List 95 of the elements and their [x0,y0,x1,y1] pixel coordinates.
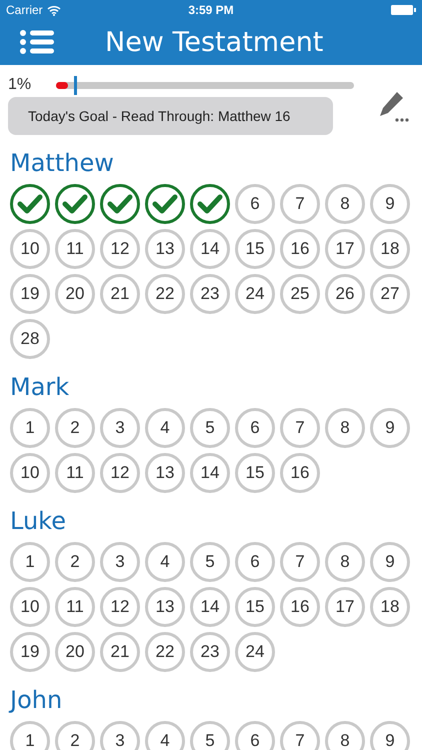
chapter-button[interactable]: 3 [100,721,140,750]
chapter-button[interactable]: 1 [10,542,50,582]
chapter-button[interactable]: 23 [190,632,230,672]
chapter-button[interactable]: 18 [370,229,410,269]
chapter-button[interactable]: 17 [325,587,365,627]
chapter-button[interactable]: 1 [10,408,50,448]
chapter-button[interactable]: 19 [10,632,50,672]
chapter-button[interactable]: 15 [235,453,275,493]
chapter-button[interactable]: 8 [325,721,365,750]
chapter-button[interactable]: 18 [370,587,410,627]
chapter-button[interactable]: 6 [235,542,275,582]
chapter-button[interactable]: 7 [280,408,320,448]
chapter-button[interactable]: 2 [55,542,95,582]
book-title: Matthew [10,149,115,179]
check-icon [107,194,133,214]
chapter-button[interactable]: 22 [145,632,185,672]
goal-marker [74,76,77,94]
chapter-button[interactable]: 13 [145,229,185,269]
chapter-button[interactable]: 25 [280,274,320,314]
chapter-button[interactable]: 4 [145,542,185,582]
chapter-button[interactable]: 14 [190,453,230,493]
chapter-button[interactable]: 11 [55,587,95,627]
chapter-button[interactable]: 8 [325,408,365,448]
chapter-button[interactable]: 17 [325,229,365,269]
chapter-button[interactable]: 9 [370,184,410,224]
chapter-button[interactable]: 13 [145,587,185,627]
chapter-button[interactable]: 10 [10,229,50,269]
chapter-button[interactable]: 12 [100,587,140,627]
chapter-button[interactable]: 20 [55,274,95,314]
chapter-button[interactable]: 9 [370,542,410,582]
screen-title: New Testatment [105,27,324,58]
chapter-button[interactable]: 10 [10,453,50,493]
chapter-button[interactable]: 7 [280,542,320,582]
chapter-button[interactable]: 1 [10,721,50,750]
chapter-button[interactable]: 19 [10,274,50,314]
chapter-button[interactable]: 5 [190,542,230,582]
chapter-button[interactable]: 24 [235,632,275,672]
check-icon [197,194,223,214]
chapter-button[interactable]: 2 [55,721,95,750]
menu-icon[interactable] [20,30,54,54]
chapter-button[interactable]: 4 [145,721,185,750]
chapter-read-button[interactable] [190,184,230,224]
chapter-button[interactable]: 9 [370,721,410,750]
chapter-button[interactable]: 7 [280,184,320,224]
chapter-button[interactable]: 8 [325,542,365,582]
chapter-button[interactable]: 11 [55,453,95,493]
chapter-button[interactable]: 28 [10,319,50,359]
chapter-read-button[interactable] [10,184,50,224]
check-icon [152,194,178,214]
chapter-button[interactable]: 12 [100,453,140,493]
chapter-button[interactable]: 16 [280,229,320,269]
carrier-label: Carrier [6,3,43,17]
check-icon [17,194,43,214]
chapter-button[interactable]: 6 [235,184,275,224]
book-title: Luke [10,507,67,537]
progress-percent: 1% [8,76,32,94]
book-title: Mark [10,373,70,403]
chapter-button[interactable]: 3 [100,542,140,582]
chapter-button[interactable]: 14 [190,587,230,627]
chapter-button[interactable]: 6 [235,721,275,750]
chapter-button[interactable]: 13 [145,453,185,493]
chapter-button[interactable]: 16 [280,453,320,493]
chapter-button[interactable]: 24 [235,274,275,314]
chapter-button[interactable]: 15 [235,229,275,269]
chapter-read-button[interactable] [145,184,185,224]
chapter-button[interactable]: 3 [100,408,140,448]
chapter-button[interactable]: 12 [100,229,140,269]
chapter-button[interactable]: 2 [55,408,95,448]
chapter-button[interactable]: 15 [235,587,275,627]
chapter-button[interactable]: 6 [235,408,275,448]
chapter-button[interactable]: 14 [190,229,230,269]
book-title: John [10,686,64,716]
chapter-read-button[interactable] [100,184,140,224]
chapter-button[interactable]: 9 [370,408,410,448]
chapter-button[interactable]: 27 [370,274,410,314]
chapter-button[interactable]: 26 [325,274,365,314]
chapter-button[interactable]: 11 [55,229,95,269]
wifi-icon [46,4,61,16]
chapter-button[interactable]: 23 [190,274,230,314]
chapter-button[interactable]: 5 [190,721,230,750]
chapter-button[interactable]: 4 [145,408,185,448]
chapter-read-button[interactable] [55,184,95,224]
battery-icon [390,5,416,15]
chapter-button[interactable]: 20 [55,632,95,672]
chapter-button[interactable]: 7 [280,721,320,750]
status-time: 3:59 PM [188,3,234,17]
chapter-button[interactable]: 21 [100,274,140,314]
check-icon [62,194,88,214]
goal-bubble: Today's Goal - Read Through: Matthew 16 [8,97,333,135]
chapter-button[interactable]: 5 [190,408,230,448]
chapter-button[interactable]: 21 [100,632,140,672]
chapter-button[interactable]: 16 [280,587,320,627]
chapter-button[interactable]: 10 [10,587,50,627]
chapter-button[interactable]: 8 [325,184,365,224]
chapter-button[interactable]: 22 [145,274,185,314]
